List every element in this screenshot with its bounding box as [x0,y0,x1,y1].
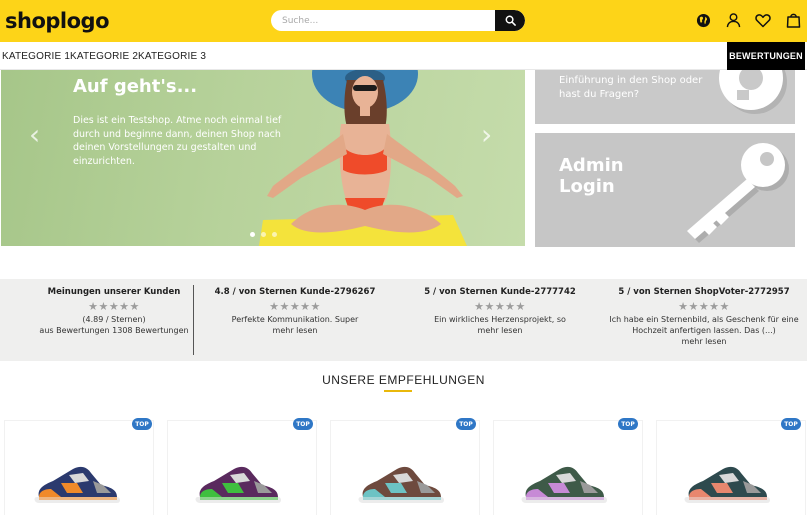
title-underline [384,390,412,392]
reviews-count: aus Bewertungen 1308 Bewertungen [39,326,189,335]
product-image [521,466,607,503]
globe-icon[interactable] [695,11,711,29]
sneaker-part [526,497,604,500]
review-card: 5 / von Sternen Kunde-2777742 ★★★★★ Ein … [405,287,595,336]
review-text-continued: Hochzeit anfertigen lassen. Das (...) [632,326,776,335]
product-image [195,466,281,503]
slider-next-arrow-icon[interactable]: › [481,118,492,151]
top-badge: TOP [132,418,152,430]
shop-intro-banner[interactable]: Einführung in den Shop oder hast du Frag… [535,70,795,124]
product-image [684,466,770,503]
admin-login-text: Admin Login [559,155,624,197]
bag-icon[interactable] [785,11,801,29]
review-text: Ich habe ein Sternenbild, als Geschenk f… [609,315,799,324]
search-icon [505,15,516,26]
product-card[interactable]: TOP [330,418,480,515]
hero-title: Auf geht's... [73,76,198,97]
top-badge: TOP [781,418,801,430]
sneaker-part [200,497,278,500]
slider-dot[interactable] [261,232,266,237]
search-box [271,10,525,31]
recommendations-title: UNSERE EMPFEHLUNGEN [322,373,485,387]
category-nav: KATEGORIE 1 KATEGORIE 2 KATEGORIE 3 BEWE… [0,42,807,70]
product-grid: TOP TOP TOP TOP TOP [0,418,807,515]
slider-prev-arrow-icon[interactable]: ‹ [29,118,40,151]
slider-dots [250,232,277,237]
heart-icon[interactable] [755,11,771,29]
shop-intro-text: Einführung in den Shop oder hast du Frag… [559,75,703,100]
product-card[interactable]: TOP [167,418,317,515]
star-rating-icon: ★★★★★ [269,300,321,313]
product-card[interactable]: TOP [656,418,806,515]
nav-item-kategorie-2[interactable]: KATEGORIE 2 [70,51,138,62]
search-input[interactable] [271,10,495,31]
review-text: Perfekte Kommunikation. Super [231,315,359,324]
search-button[interactable] [495,10,525,31]
admin-login-banner[interactable]: Admin Login [535,133,795,247]
review-text: Ein wirkliches Herzensprojekt, so [434,315,566,324]
review-title: 5 / von Sternen ShopVoter-2772957 [618,287,790,297]
divider [193,285,194,355]
reviews-summary: Meinungen unserer Kunden ★★★★★ (4.89 / S… [30,287,198,336]
shop-logo[interactable]: shoplogo [5,9,110,33]
reviews-strip: Meinungen unserer Kunden ★★★★★ (4.89 / S… [0,279,807,361]
sneaker-part [689,497,767,500]
product-card[interactable]: TOP [493,418,643,515]
product-card[interactable]: TOP [4,418,154,515]
reviews-summary-title: Meinungen unserer Kunden [47,287,181,297]
star-rating-icon: ★★★★★ [88,300,140,313]
top-badge: TOP [618,418,638,430]
rating-value: (4.89 / Sternen) [82,315,146,324]
review-title: 4.8 / von Sternen Kunde-2796267 [214,287,376,297]
top-badge: TOP [293,418,313,430]
product-image [34,466,120,503]
top-badge: TOP [456,418,476,430]
question-icon [719,70,787,114]
review-card: 5 / von Sternen ShopVoter-2772957 ★★★★★ … [604,287,804,347]
hero-text: Dies ist ein Testshop. Atme noch einmal … [73,115,282,167]
product-image [358,466,444,503]
star-rating-icon: ★★★★★ [474,300,526,313]
slider-dot[interactable] [272,232,277,237]
star-rating-icon: ★★★★★ [678,300,730,313]
reviews-button[interactable]: BEWERTUNGEN [727,42,805,70]
review-card: 4.8 / von Sternen Kunde-2796267 ★★★★★ Pe… [200,287,390,336]
sneaker-part [363,497,441,500]
header-icons [695,11,801,29]
nav-item-kategorie-1[interactable]: KATEGORIE 1 [2,51,70,62]
hero-slider[interactable]: Auf geht's... Dies ist ein Testshop. Atm… [1,70,525,246]
read-more-link[interactable]: mehr lesen [200,325,390,336]
key-icon [687,143,789,243]
sneaker-part [39,497,117,500]
read-more-link[interactable]: mehr lesen [604,336,804,347]
review-title: 5 / von Sternen Kunde-2777742 [424,287,576,297]
nav-item-kategorie-3[interactable]: KATEGORIE 3 [138,51,206,62]
user-icon[interactable] [725,11,741,29]
slider-dot[interactable] [250,232,255,237]
header-bar: shoplogo [0,0,807,42]
read-more-link[interactable]: mehr lesen [405,325,595,336]
